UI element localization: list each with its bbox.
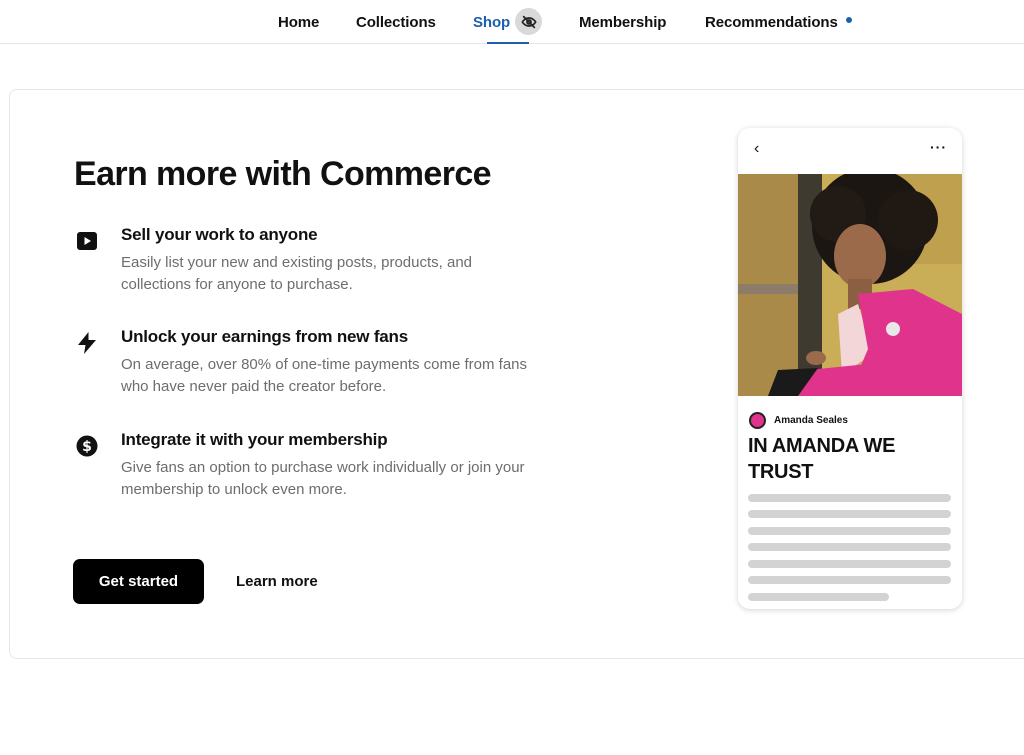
- notification-dot: [846, 17, 852, 23]
- author-name: Amanda Seales: [774, 414, 848, 426]
- learn-more-link[interactable]: Learn more: [236, 559, 318, 604]
- post-image: [738, 174, 962, 396]
- post-title: IN AMANDA WE TRUST: [748, 435, 896, 483]
- skeleton-line: [748, 543, 951, 551]
- nav-recommendations[interactable]: Recommendations: [705, 0, 838, 44]
- skeleton-line: [748, 576, 951, 584]
- feature-membership: $ Integrate it with your membership Give…: [74, 430, 544, 510]
- feature-title: Integrate it with your membership: [121, 430, 388, 449]
- feature-sell-work: Sell your work to anyone Easily list you…: [74, 225, 544, 305]
- promo-headline: Earn more with Commerce: [74, 155, 492, 193]
- avatar: [749, 411, 766, 429]
- active-tab-indicator: [487, 42, 529, 44]
- lightning-bolt-icon: [74, 330, 100, 356]
- nav-membership[interactable]: Membership: [579, 0, 666, 44]
- nav-collections[interactable]: Collections: [356, 0, 436, 44]
- back-chevron-icon[interactable]: ‹: [754, 140, 759, 158]
- more-options-icon[interactable]: ···: [930, 139, 947, 155]
- skeleton-line: [748, 510, 951, 518]
- feature-description: On average, over 80% of one-time payment…: [121, 356, 528, 395]
- feature-title: Sell your work to anyone: [121, 225, 318, 244]
- feature-description: Give fans an option to purchase work ind…: [121, 459, 525, 498]
- get-started-button[interactable]: Get started: [73, 559, 204, 604]
- feature-new-fans: Unlock your earnings from new fans On av…: [74, 327, 544, 407]
- post-author[interactable]: Amanda Seales: [749, 411, 848, 429]
- eye-off-icon[interactable]: [515, 8, 542, 35]
- play-square-icon: [74, 228, 100, 254]
- nav-shop[interactable]: Shop: [473, 0, 510, 44]
- skeleton-line: [748, 560, 951, 568]
- nav-home[interactable]: Home: [278, 0, 319, 44]
- phone-preview: ‹ ··· Amanda Seales IN AMANDA WE TRUST: [738, 128, 962, 609]
- feature-description: Easily list your new and existing posts,…: [121, 254, 473, 293]
- svg-text:$: $: [82, 439, 92, 455]
- top-navigation: Home Collections Shop Membership Recomme…: [0, 0, 1024, 44]
- skeleton-line: [748, 494, 951, 502]
- dollar-circle-icon: $: [74, 433, 100, 459]
- skeleton-line: [748, 527, 951, 535]
- skeleton-line: [748, 593, 889, 601]
- feature-title: Unlock your earnings from new fans: [121, 327, 408, 346]
